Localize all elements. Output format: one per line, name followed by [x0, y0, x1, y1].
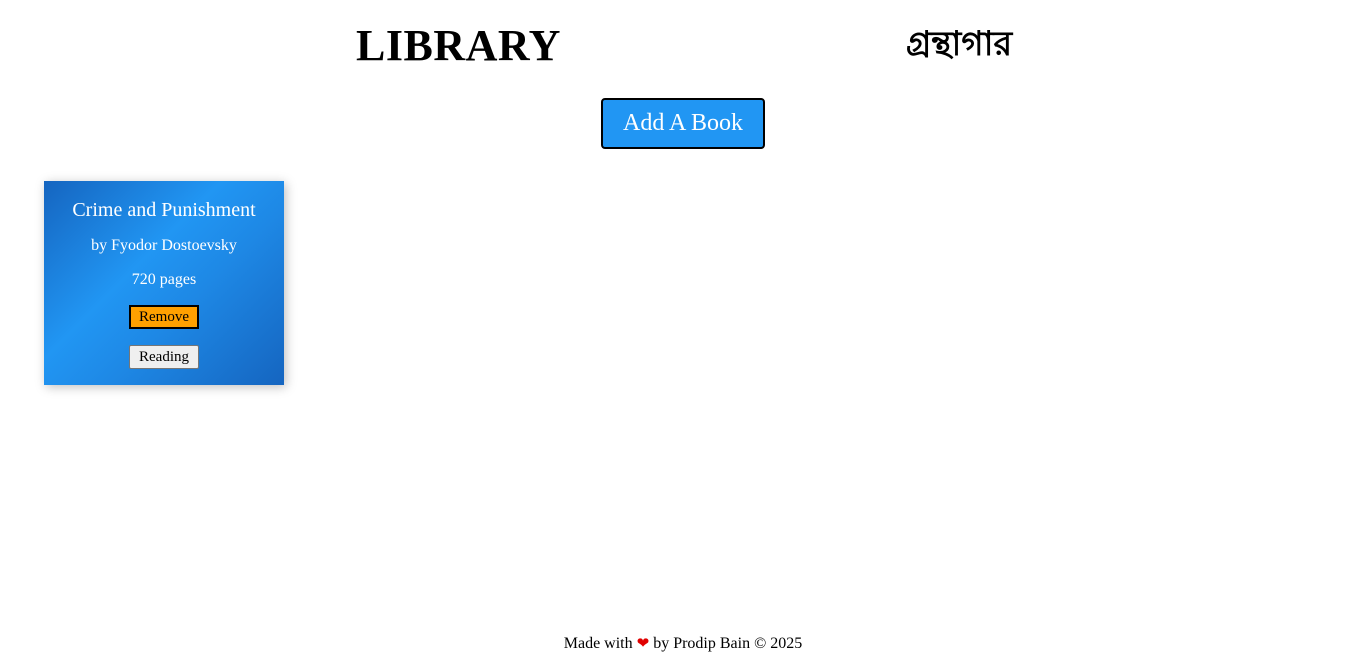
footer-made-with: Made with [563, 635, 633, 652]
page-title: LIBRARY [356, 21, 561, 70]
footer-credit: by Prodip Bain © 2025 [653, 635, 803, 652]
heart-icon: ❤ [636, 634, 650, 652]
book-card: Crime and Punishment by Fyodor Dostoevsk… [44, 181, 284, 385]
footer: Made with ❤ by Prodip Bain © 2025 [0, 632, 1366, 655]
remove-book-button[interactable]: Remove [129, 305, 199, 329]
header: LIBRARY গ্রন্থাগার [0, 0, 1366, 92]
reading-status-toggle[interactable]: Reading [129, 345, 199, 369]
add-book-button[interactable]: Add A Book [601, 98, 765, 149]
book-title: Crime and Punishment [72, 199, 256, 221]
book-author: by Fyodor Dostoevsky [91, 237, 237, 254]
page-title-bengali: গ্রন্থাগার [906, 24, 1013, 64]
book-pages: 720 pages [131, 271, 197, 288]
